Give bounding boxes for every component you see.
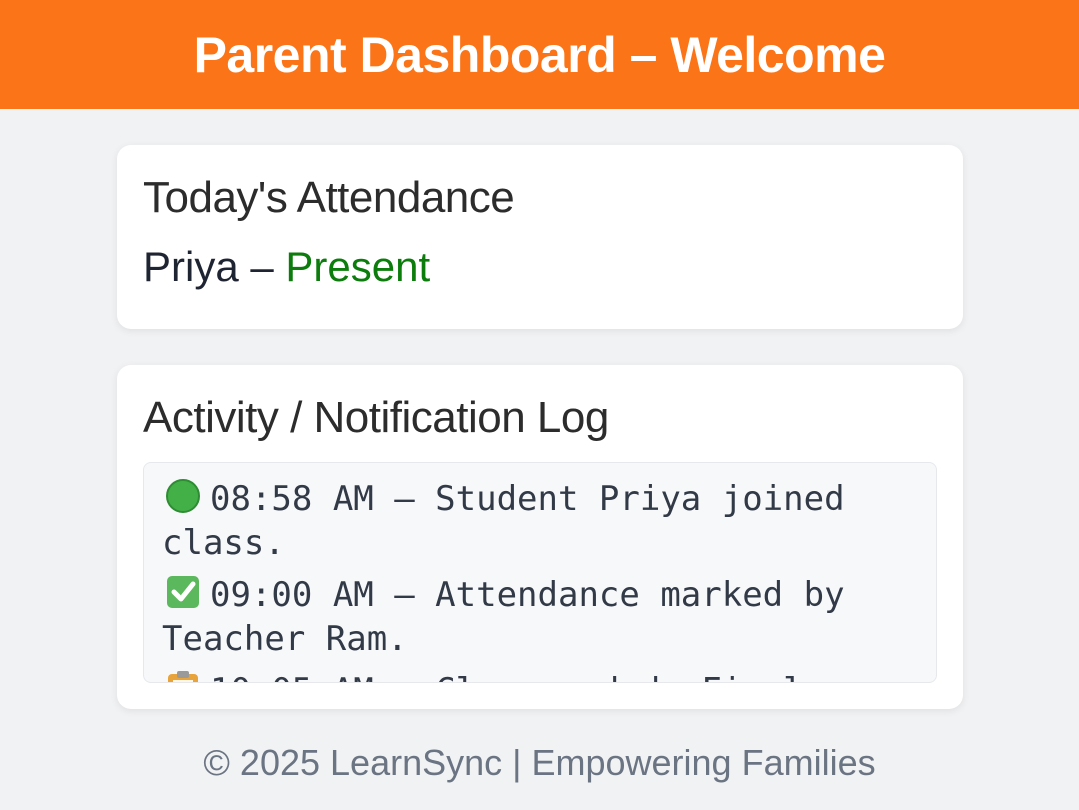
attendance-card: Today's Attendance Priya – Present [117,145,963,329]
attendance-title: Today's Attendance [143,173,515,222]
page-header: Parent Dashboard – Welcome [0,0,1079,109]
activity-log-title: Activity / Notification Log [143,393,609,442]
attendance-status: Present [285,243,431,290]
log-entry-text: 08:58 AM – Student Priya joined class. [162,479,866,563]
clipboard-icon [162,670,204,682]
student-name: Priya [143,243,239,290]
footer-text: © 2025 LearnSync | Empowering Families [203,742,876,783]
log-entry: 09:00 AM – Attendance marked by Teacher … [162,573,918,661]
log-entry: 08:58 AM – Student Priya joined class. [162,477,918,565]
activity-log-list[interactable]: 08:58 AM – Student Priya joined class. 0… [143,462,937,683]
page-title: Parent Dashboard – Welcome [193,26,886,83]
log-entry-text: 10:05 AM – Class ended. Final [210,671,804,682]
log-entry: 10:05 AM – Class ended. Final [162,669,918,682]
log-entry-text: 09:00 AM – Attendance marked by Teacher … [162,575,866,659]
attendance-status-line: Priya – Present [143,243,430,291]
check-mark-icon [162,574,204,610]
attendance-separator: – [238,243,286,290]
activity-log-card: Activity / Notification Log 08:58 AM – S… [117,365,963,709]
green-circle-icon [162,478,204,514]
